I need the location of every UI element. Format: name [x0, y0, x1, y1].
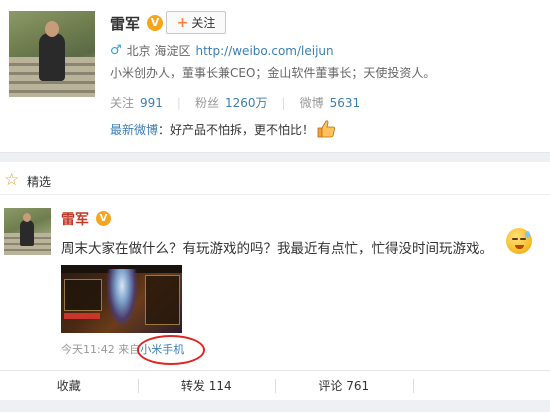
- post-text: 周末大家在做什么？有玩游戏的吗？我最近有点忙，忙得没时间玩游戏。: [61, 241, 493, 257]
- location-text: 北京 海淀区: [126, 44, 191, 58]
- profile-avatar[interactable]: [9, 11, 95, 97]
- location-row: ♂ 北京 海淀区 http://weibo.com/leijun: [110, 42, 334, 59]
- latest-post: 最新微博 ：好产品不怕拆，更不怕比！: [110, 120, 336, 138]
- comment-button[interactable]: 评论 761: [275, 371, 413, 401]
- profile-stats: 关注 991 | 粉丝 1260万 | 微博 5631: [110, 94, 361, 111]
- stat-following[interactable]: 关注 991: [110, 94, 163, 111]
- verified-badge-icon: V: [147, 15, 163, 31]
- thumbs-up-icon: [316, 120, 336, 138]
- featured-label: 精选: [27, 175, 52, 189]
- post-author[interactable]: 雷军: [61, 209, 89, 229]
- profile-bio: 小米创办人，董事长兼CEO；金山软件董事长；天使投资人。: [110, 66, 436, 80]
- profile-name[interactable]: 雷军: [110, 13, 140, 34]
- star-icon: ☆: [4, 170, 20, 190]
- sweat-smile-emoji-icon: [506, 228, 532, 254]
- post-avatar[interactable]: [4, 208, 51, 255]
- favorite-button[interactable]: 收藏: [0, 371, 138, 401]
- verified-badge-icon: V: [96, 211, 111, 226]
- post-action-bar: 收藏 转发 114 评论 761: [0, 370, 550, 401]
- homepage-link[interactable]: http://weibo.com/leijun: [195, 44, 333, 58]
- latest-post-text: ：好产品不怕拆，更不怕比！: [158, 122, 315, 137]
- post-time[interactable]: 今天11:42: [61, 343, 115, 356]
- highlight-annotation: [137, 335, 205, 365]
- section-divider: [0, 152, 550, 162]
- bottom-divider: [0, 400, 550, 412]
- latest-post-link[interactable]: 最新微博: [110, 121, 158, 138]
- male-icon: ♂: [110, 43, 122, 58]
- like-button[interactable]: [412, 371, 550, 401]
- follow-button-label: 关注: [191, 16, 216, 30]
- stat-followers[interactable]: 粉丝 1260万: [195, 94, 268, 111]
- repost-button[interactable]: 转发 114: [137, 371, 276, 401]
- stat-posts[interactable]: 微博 5631: [300, 94, 361, 111]
- post-image[interactable]: [61, 265, 182, 333]
- featured-bar: [0, 166, 550, 195]
- plus-icon: +: [176, 14, 189, 31]
- follow-button[interactable]: + 关注: [166, 11, 226, 34]
